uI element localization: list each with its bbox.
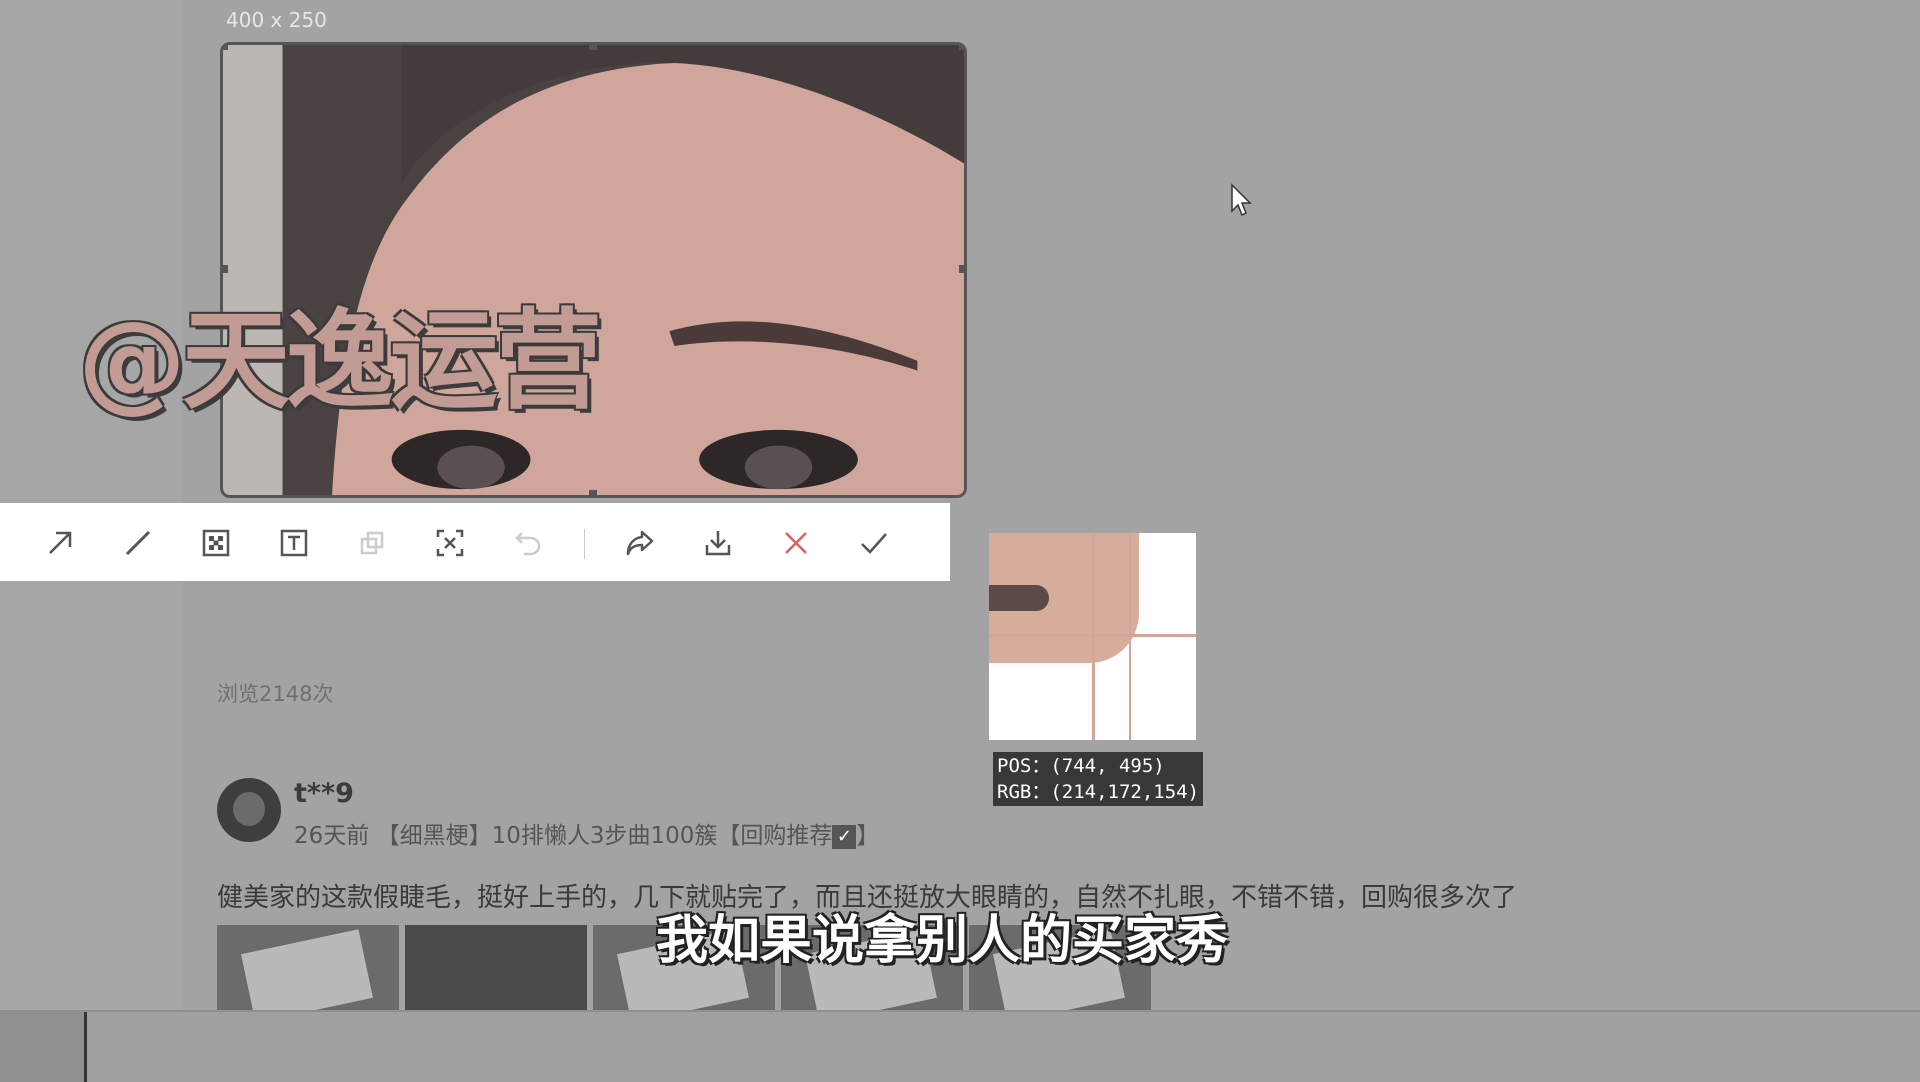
mosaic-tool-icon[interactable] [196,523,236,563]
resize-handle[interactable] [223,265,228,273]
watermark: @天逸运营 [78,299,602,424]
video-subtitle: 我如果说拿别人的买家秀 [656,911,1229,971]
undo-icon[interactable] [508,523,548,563]
magnified-pixels-dark [989,585,1049,611]
review-image[interactable] [405,925,587,1011]
pixel-rgb: RGB：(214,172,154) [997,781,1200,803]
resize-handle[interactable] [589,45,597,50]
review-username[interactable]: t**9 [294,778,354,809]
pen-tool-icon[interactable] [118,523,158,563]
review-meta-text: 26天前 【细黑梗】10排懒人3步曲100簇【回购推荐 [294,823,833,849]
resize-handle[interactable] [589,490,597,495]
download-icon[interactable] [698,523,738,563]
check-icon: ✓ [832,824,857,849]
confirm-icon[interactable] [854,523,894,563]
pin-tool-icon[interactable] [352,523,392,563]
pixel-info: POS：(744, 495) RGB：(214,172,154) [993,752,1204,806]
review-image[interactable] [217,925,399,1011]
taskbar [0,1010,1920,1082]
ocr-tool-icon[interactable] [430,523,470,563]
taskbar-left [0,1012,87,1082]
resize-handle[interactable] [959,265,964,273]
arrow-tool-icon[interactable] [40,523,80,563]
selection-size-label: 400 x 250 [226,8,327,32]
share-icon[interactable] [620,523,660,563]
toolbar-divider [584,529,585,559]
color-magnifier [989,533,1196,740]
mouse-cursor-icon [1231,183,1252,217]
review-meta-end: 】 [856,823,880,849]
review-meta: 26天前 【细黑梗】10排懒人3步曲100簇【回购推荐 ✓】 [294,816,879,850]
text-tool-icon[interactable] [274,523,314,563]
view-count: 浏览2148次 [217,682,334,706]
avatar[interactable] [217,778,281,842]
crosshair-horizontal [989,634,1196,637]
pixel-position: POS：(744, 495) [997,755,1165,777]
screenshot-toolbar [0,503,950,581]
cancel-icon[interactable] [776,523,816,563]
